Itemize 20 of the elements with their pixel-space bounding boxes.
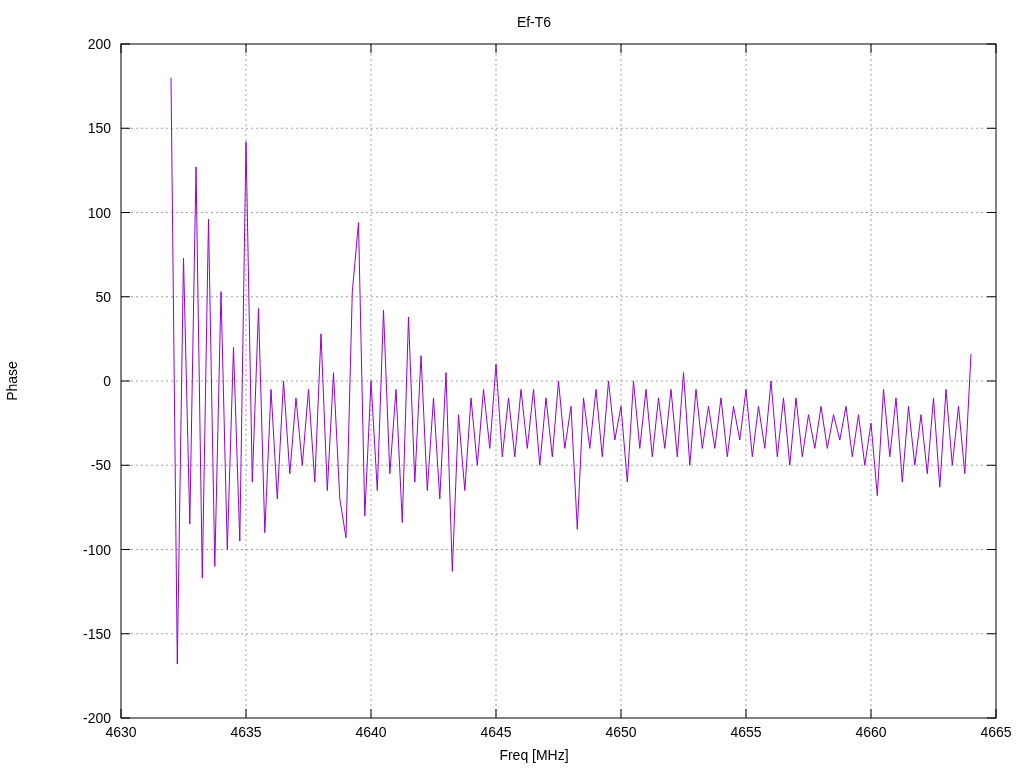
x-tick-label: 4655 [730,724,762,740]
x-tick-label: 4660 [855,724,887,740]
y-tick-label: -200 [82,710,111,726]
y-tick-label: -100 [82,541,111,558]
y-tick-label: -50 [90,457,111,474]
y-tick-label: 200 [87,36,111,52]
x-axis-label: Freq [MHz] [499,747,569,763]
y-tick-label: -150 [82,625,111,642]
y-tick-label: 150 [87,120,111,137]
y-tick-label: 100 [87,204,111,221]
y-tick-label: 50 [95,288,111,305]
x-tick-label: 4645 [480,724,512,740]
x-tick-label: 4640 [355,724,387,740]
x-tick-label: 4650 [605,724,637,740]
x-tick-label: 4665 [980,724,1012,740]
x-tick-label: 4630 [105,724,137,740]
y-tick-label: 0 [103,373,111,389]
y-axis-label: Phase [4,361,20,401]
x-tick-label: 4635 [230,724,262,740]
chart-title: Ef-T6 [516,14,552,30]
